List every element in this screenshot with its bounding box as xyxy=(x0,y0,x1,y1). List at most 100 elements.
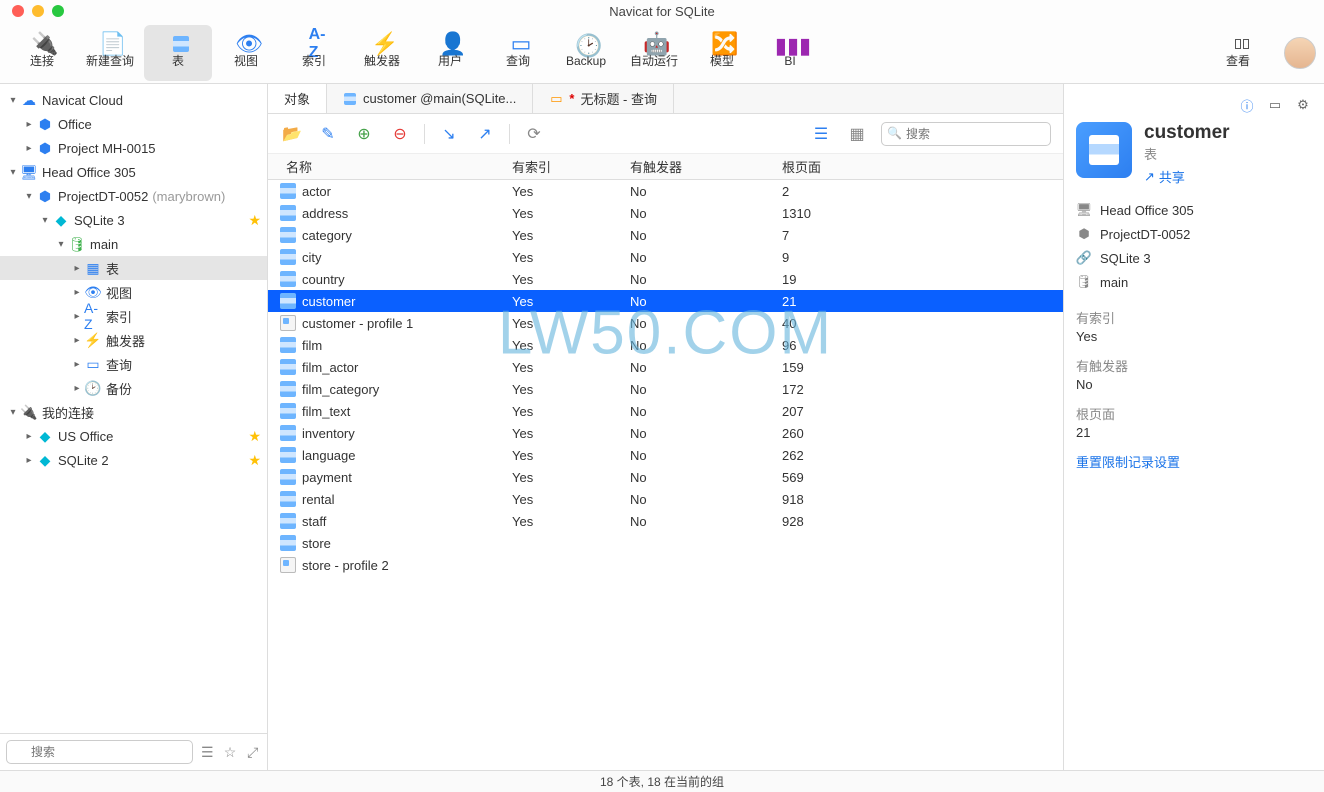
chevron-icon[interactable]: ▸ xyxy=(22,455,36,466)
tab-0[interactable]: 对象 xyxy=(268,84,327,113)
table-row[interactable]: city Yes No 9 xyxy=(268,246,1063,268)
star-icon[interactable]: ☆ xyxy=(222,743,239,761)
chevron-icon[interactable]: ▾ xyxy=(6,407,20,418)
table-search-input[interactable] xyxy=(881,122,1051,146)
chevron-icon[interactable]: ▸ xyxy=(70,287,84,298)
table-row[interactable]: customer - profile 1 Yes No 40 xyxy=(268,312,1063,334)
table-row[interactable]: country Yes No 19 xyxy=(268,268,1063,290)
user-avatar[interactable] xyxy=(1284,37,1316,69)
chevron-icon[interactable]: ▸ xyxy=(70,359,84,370)
chevron-icon[interactable]: ▸ xyxy=(22,119,36,130)
toolbar-query[interactable]: ▭查询 xyxy=(484,25,552,81)
share-link[interactable]: ↗ 共享 xyxy=(1144,167,1230,186)
tree-item-Navicat Cloud[interactable]: ▾ ☁ Navicat Cloud xyxy=(0,88,267,112)
tree-item-ProjectDT-0052[interactable]: ▾ ⬢ ProjectDT-0052(marybrown) xyxy=(0,184,267,208)
toolbar-view[interactable]: 👁视图 xyxy=(212,25,280,81)
cell-name: rental xyxy=(268,491,500,507)
table-row[interactable]: actor Yes No 2 xyxy=(268,180,1063,202)
tree-item-备份[interactable]: ▸ 🕑 备份 xyxy=(0,376,267,400)
chevron-icon[interactable]: ▸ xyxy=(70,311,84,322)
toolbar-model[interactable]: 🔀模型 xyxy=(688,25,756,81)
toolbar-table[interactable]: 表 xyxy=(144,25,212,81)
path-item[interactable]: 🛢main xyxy=(1076,270,1312,294)
maximize-button[interactable] xyxy=(52,5,64,17)
open-icon[interactable]: 📂 xyxy=(280,122,304,146)
col-header-trigger[interactable]: 有触发器 xyxy=(618,157,770,176)
delete-icon[interactable]: ⊖ xyxy=(388,122,412,146)
tree-item-SQLite 2[interactable]: ▸ ◆ SQLite 2 ★ xyxy=(0,448,267,472)
table-row[interactable]: category Yes No 7 xyxy=(268,224,1063,246)
tree-item-视图[interactable]: ▸ 👁 视图 xyxy=(0,280,267,304)
tree-item-表[interactable]: ▸ ▦ 表 xyxy=(0,256,267,280)
col-header-indexed[interactable]: 有索引 xyxy=(500,157,618,176)
toolbar-connect[interactable]: 🔌连接 xyxy=(8,25,76,81)
table-row[interactable]: film_text Yes No 207 xyxy=(268,400,1063,422)
chevron-icon[interactable]: ▸ xyxy=(70,383,84,394)
tree-item-查询[interactable]: ▸ ▭ 查询 xyxy=(0,352,267,376)
edit-icon[interactable]: ✎ xyxy=(316,122,340,146)
table-row[interactable]: film_actor Yes No 159 xyxy=(268,356,1063,378)
minimize-button[interactable] xyxy=(32,5,44,17)
chevron-icon[interactable]: ▾ xyxy=(6,95,20,106)
col-header-name[interactable]: 名称 xyxy=(268,157,500,176)
tab-2[interactable]: ▭* 无标题 - 查询 xyxy=(533,84,674,113)
toolbar-view[interactable]: 查看 xyxy=(1204,25,1272,81)
toolbar-backup[interactable]: 🕑Backup xyxy=(552,25,620,81)
tree-item-索引[interactable]: ▸ A-Z 索引 xyxy=(0,304,267,328)
export-icon[interactable]: ↗ xyxy=(473,122,497,146)
tree-item-触发器[interactable]: ▸ ⚡ 触发器 xyxy=(0,328,267,352)
table-row[interactable]: rental Yes No 918 xyxy=(268,488,1063,510)
info-icon[interactable]: ⓘ xyxy=(1238,96,1256,114)
table-row[interactable]: store xyxy=(268,532,1063,554)
toolbar-trigger[interactable]: ⚡触发器 xyxy=(348,25,416,81)
chevron-icon[interactable]: ▾ xyxy=(54,239,68,250)
chevron-icon[interactable]: ▸ xyxy=(70,335,84,346)
path-item[interactable]: 🔗SQLite 3 xyxy=(1076,246,1312,270)
tree-item-Project MH-0015[interactable]: ▸ ⬢ Project MH-0015 xyxy=(0,136,267,160)
cell-name: customer - profile 1 xyxy=(268,315,500,331)
tree-item-SQLite 3[interactable]: ▾ ◆ SQLite 3 ★ xyxy=(0,208,267,232)
toolbar-new-query[interactable]: 📄新建查询 xyxy=(76,25,144,81)
add-icon[interactable]: ⊕ xyxy=(352,122,376,146)
settings-icon[interactable]: ⚙ xyxy=(1294,96,1312,114)
table-row[interactable]: language Yes No 262 xyxy=(268,444,1063,466)
col-header-root[interactable]: 根页面 xyxy=(770,157,1063,176)
tree-item-我的连接[interactable]: ▾ 🔌 我的连接 xyxy=(0,400,267,424)
tree-item-US Office[interactable]: ▸ ◆ US Office ★ xyxy=(0,424,267,448)
toolbar-user[interactable]: 👤用户 xyxy=(416,25,484,81)
toolbar-autorun[interactable]: 🤖自动运行 xyxy=(620,25,688,81)
table-row[interactable]: store - profile 2 xyxy=(268,554,1063,576)
chevron-icon[interactable]: ▾ xyxy=(38,215,52,226)
cell-indexed: Yes xyxy=(500,426,618,441)
table-row[interactable]: film_category Yes No 172 xyxy=(268,378,1063,400)
grid-view-icon[interactable]: ▦ xyxy=(845,122,869,146)
chevron-icon[interactable]: ▾ xyxy=(22,191,36,202)
toolbar-bi[interactable]: ▮▮▮BI xyxy=(756,25,824,81)
path-item[interactable]: ⬢ProjectDT-0052 xyxy=(1076,222,1312,246)
table-row[interactable]: staff Yes No 928 xyxy=(268,510,1063,532)
tab-1[interactable]: customer @main(SQLite... xyxy=(327,84,533,113)
chevron-icon[interactable]: ▸ xyxy=(22,431,36,442)
collapse-icon[interactable]: ⤢ xyxy=(244,743,261,761)
filter-icon[interactable]: ☰ xyxy=(199,743,216,761)
refresh-icon[interactable]: ⟳ xyxy=(522,122,546,146)
list-view-icon[interactable]: ☰ xyxy=(809,122,833,146)
chevron-icon[interactable]: ▸ xyxy=(22,143,36,154)
table-row[interactable]: payment Yes No 569 xyxy=(268,466,1063,488)
chevron-icon[interactable]: ▾ xyxy=(6,167,20,178)
close-button[interactable] xyxy=(12,5,24,17)
reset-limit-link[interactable]: 重置限制记录设置 xyxy=(1076,452,1312,471)
chevron-icon[interactable]: ▸ xyxy=(70,263,84,274)
table-row[interactable]: film Yes No 96 xyxy=(268,334,1063,356)
table-row[interactable]: address Yes No 1310 xyxy=(268,202,1063,224)
table-row[interactable]: customer Yes No 21 xyxy=(268,290,1063,312)
import-icon[interactable]: ↘ xyxy=(437,122,461,146)
tree-item-main[interactable]: ▾ 🛢 main xyxy=(0,232,267,256)
ddl-icon[interactable]: ▭ xyxy=(1266,96,1284,114)
sidebar-search-input[interactable] xyxy=(6,740,193,764)
tree-item-Head Office 305[interactable]: ▾ 🖥 Head Office 305 xyxy=(0,160,267,184)
table-row[interactable]: inventory Yes No 260 xyxy=(268,422,1063,444)
path-item[interactable]: 🖥Head Office 305 xyxy=(1076,198,1312,222)
tree-item-Office[interactable]: ▸ ⬢ Office xyxy=(0,112,267,136)
toolbar-index[interactable]: A-Z索引 xyxy=(280,25,348,81)
